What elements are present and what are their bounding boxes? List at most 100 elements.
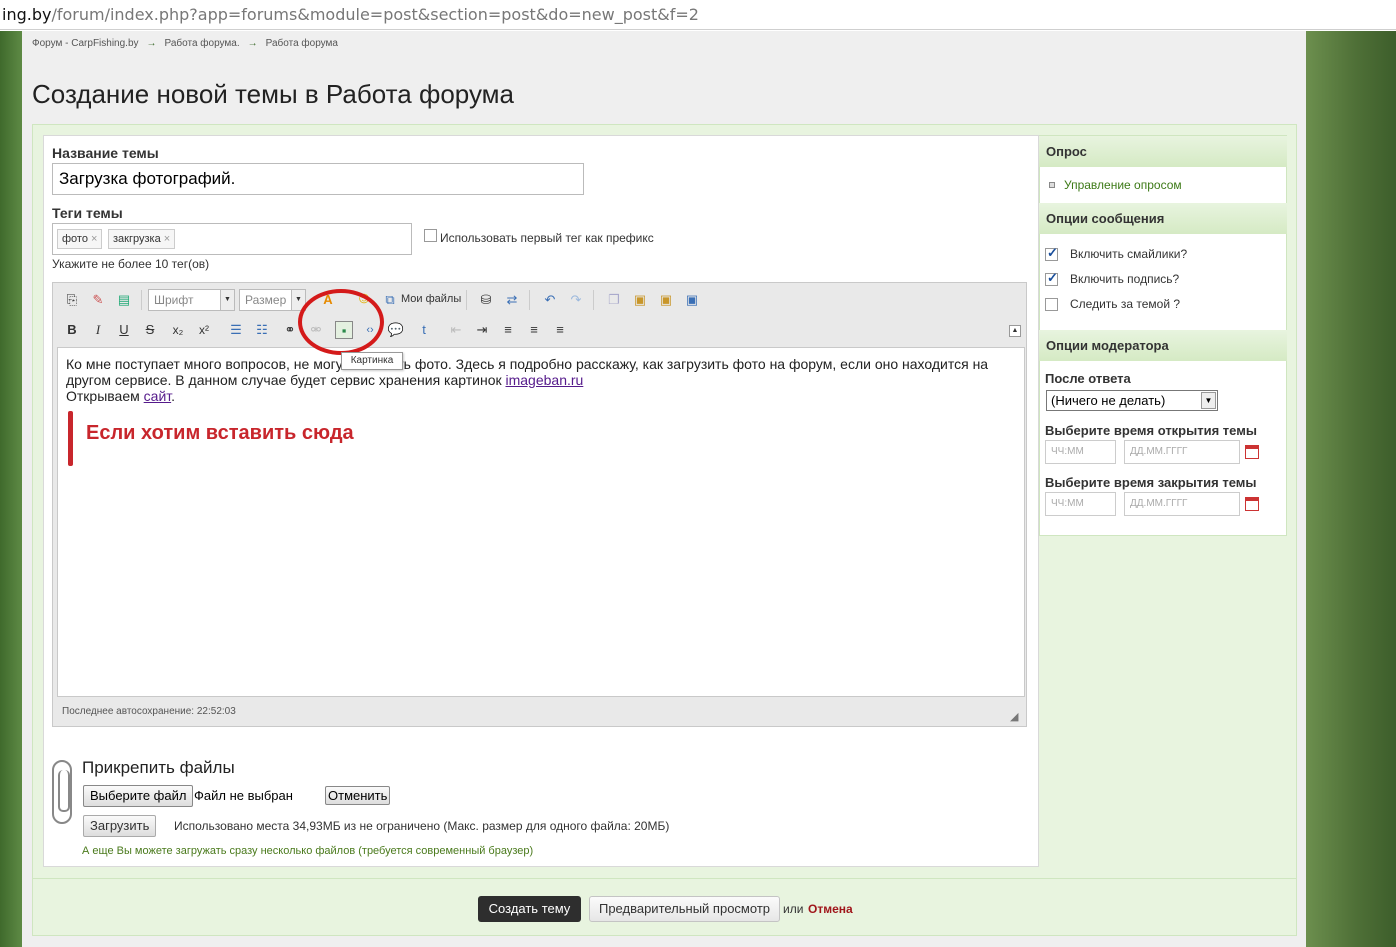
italic-icon[interactable]: I	[89, 321, 107, 339]
enable-signature-checkbox[interactable]	[1045, 270, 1058, 286]
copy-icon[interactable]: ❐	[605, 291, 623, 309]
tags-label: Теги темы	[52, 205, 123, 221]
annotation-circle	[298, 289, 384, 355]
open-date-input[interactable]: ДД.ММ.ГГГГ	[1124, 440, 1240, 464]
url-host: ing.by	[2, 5, 52, 24]
toolbar-separator	[593, 290, 594, 310]
storage-usage: Использовано места 34,93МБ из не огранич…	[174, 819, 670, 833]
my-files-icon[interactable]: ⧉	[381, 291, 399, 309]
quote-icon[interactable]: 💬	[387, 321, 405, 339]
open-time-label: Выберите время открытия темы	[1045, 423, 1257, 438]
align-right-icon[interactable]: ≡	[551, 321, 569, 339]
preview-button[interactable]: Предварительный просмотр	[589, 896, 780, 922]
twitter-icon[interactable]: t	[415, 321, 433, 339]
enable-smilies-checkbox[interactable]	[1045, 245, 1058, 261]
numbered-list-icon[interactable]: ☷	[253, 321, 271, 339]
annotation-text: Если хотим вставить сюда	[86, 422, 354, 444]
bulleted-list-icon[interactable]: ☰	[227, 321, 245, 339]
enable-signature-label: Включить подпись?	[1070, 272, 1180, 286]
tag-remove-icon[interactable]: ×	[164, 233, 170, 245]
breadcrumb-forum[interactable]: Форум - CarpFishing.by	[32, 38, 139, 49]
source-icon[interactable]: ⎘	[63, 291, 81, 309]
outdent-icon[interactable]: ⇤	[447, 321, 465, 339]
bold-icon[interactable]: B	[63, 321, 81, 339]
tag-chip[interactable]: фото ×	[57, 229, 103, 249]
follow-topic-checkbox[interactable]	[1045, 298, 1058, 311]
site-link[interactable]: сайт	[144, 388, 171, 404]
tag-chip-label: фото	[62, 233, 88, 245]
tag-chip-label: закгрузка	[113, 233, 161, 245]
tags-hint: Укажите не более 10 тег(ов)	[52, 257, 210, 271]
cancel-link[interactable]: Отмена	[808, 902, 853, 916]
or-text: или	[783, 902, 804, 916]
breadcrumb: Форум - CarpFishing.by → Работа форума. → Ра…	[32, 38, 338, 49]
breadcrumb-current[interactable]: Работа форума	[266, 38, 338, 49]
breadcrumb-section[interactable]: Работа форума.	[165, 38, 240, 49]
tag-chip[interactable]: закгрузка ×	[108, 229, 176, 249]
after-reply-value: (Ничего не делать)	[1051, 393, 1166, 408]
bullet-icon	[1049, 182, 1055, 188]
imageban-link[interactable]: imageban.ru	[506, 372, 584, 388]
font-select[interactable]: Шрифт ▼	[148, 289, 235, 311]
close-time-input[interactable]: ЧЧ:ММ	[1045, 492, 1116, 516]
open-time-input[interactable]: ЧЧ:ММ	[1045, 440, 1116, 464]
undo-icon[interactable]: ↶	[541, 291, 559, 309]
my-files-button[interactable]: Мои файлы	[401, 293, 461, 305]
paste-text-icon[interactable]: ▣	[657, 291, 675, 309]
after-reply-label: После ответа	[1045, 371, 1131, 386]
topic-title-input[interactable]: Загрузка фотографий.	[52, 163, 584, 195]
eraser-icon[interactable]: ✎	[89, 291, 107, 309]
replace-icon[interactable]: ⇄	[503, 291, 521, 309]
choose-file-button[interactable]: Выберите файл	[83, 785, 194, 807]
annotation-bar	[68, 411, 73, 466]
upload-button[interactable]: Загрузить	[83, 815, 157, 837]
manage-poll-link[interactable]: Управление опросом	[1064, 178, 1182, 192]
redo-icon[interactable]: ↷	[567, 291, 585, 309]
link-icon[interactable]: ⚭	[281, 321, 299, 339]
tags-input[interactable]: фото × закгрузка ×	[52, 223, 412, 255]
size-select[interactable]: Размер ▼	[239, 289, 306, 311]
find-icon[interactable]: ⛁	[477, 291, 495, 309]
poll-header: Опрос	[1039, 136, 1287, 167]
after-reply-select[interactable]: (Ничего не делать) ▼	[1046, 390, 1218, 411]
superscript-icon[interactable]: x²	[195, 321, 213, 339]
follow-topic-label: Следить за темой ?	[1070, 297, 1181, 311]
align-center-icon[interactable]: ≡	[525, 321, 543, 339]
prefix-checkbox[interactable]	[424, 229, 437, 242]
attach-files-title: Прикрепить файлы	[82, 758, 235, 777]
enable-smilies-label: Включить смайлики?	[1070, 247, 1188, 261]
post-options-header: Опции сообщения	[1039, 203, 1287, 234]
topic-title-label: Название темы	[52, 145, 159, 161]
calendar-icon[interactable]	[1245, 497, 1259, 511]
template-icon[interactable]: ▤	[115, 291, 133, 309]
paste-icon[interactable]: ▣	[631, 291, 649, 309]
toolbar-separator	[466, 290, 467, 310]
strikethrough-icon[interactable]: S	[141, 321, 159, 339]
size-select-label: Размер	[245, 293, 287, 307]
indent-icon[interactable]: ⇥	[473, 321, 491, 339]
no-file-text: Файл не выбран	[194, 788, 293, 803]
editor-content[interactable]: Ко мне поступает много вопросов, не могу…	[57, 347, 1025, 697]
paperclip-icon	[52, 760, 72, 824]
page-title: Создание новой темы в Работа форума	[32, 79, 515, 109]
multi-upload-hint: А еще Вы можете загружать сразу нескольк…	[82, 845, 534, 857]
subscript-icon[interactable]: x₂	[169, 321, 187, 339]
breadcrumb-arrow-icon: →	[247, 38, 258, 49]
collapse-toolbar-icon[interactable]: ▲	[1009, 325, 1021, 337]
image-tooltip: Картинка	[341, 352, 403, 370]
resize-handle-icon[interactable]: ◢	[1010, 710, 1018, 723]
chevron-down-icon: ▼	[220, 290, 234, 310]
underline-icon[interactable]: U	[115, 321, 133, 339]
url-path: /forum/index.php?app=forums&module=post&…	[51, 5, 699, 24]
tag-remove-icon[interactable]: ×	[91, 233, 97, 245]
cancel-upload-button[interactable]: Отменить	[325, 786, 391, 805]
close-date-input[interactable]: ДД.ММ.ГГГГ	[1124, 492, 1240, 516]
create-topic-button[interactable]: Создать тему	[478, 896, 581, 922]
address-bar[interactable]: ing.by/forum/index.php?app=forums&module…	[0, 0, 1396, 30]
paste-word-icon[interactable]: ▣	[683, 291, 701, 309]
background-right	[1306, 31, 1396, 947]
font-select-label: Шрифт	[154, 293, 194, 307]
calendar-icon[interactable]	[1245, 445, 1259, 459]
align-left-icon[interactable]: ≡	[499, 321, 517, 339]
close-time-label: Выберите время закрытия темы	[1045, 475, 1257, 490]
